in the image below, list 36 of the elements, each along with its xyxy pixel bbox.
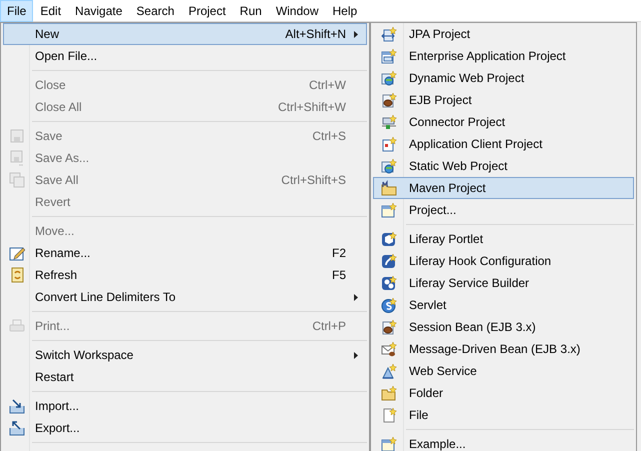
menu-item[interactable]: Switch Workspace [3, 344, 367, 366]
menu-bar-item[interactable]: Project [181, 0, 233, 22]
menu-item[interactable]: Liferay Service Builder [373, 272, 634, 294]
menu-item[interactable]: Servlet [373, 294, 634, 316]
menu-bar-item[interactable]: Search [129, 0, 182, 22]
menu-item[interactable]: Enterprise Application Project [373, 45, 634, 67]
menu-item[interactable]: Folder [373, 382, 634, 404]
menu-item[interactable]: Maven Project [373, 177, 634, 199]
menu-item[interactable]: Session Bean (EJB 3.x) [373, 316, 634, 338]
menu-item[interactable]: Static Web Project [373, 155, 634, 177]
menu-bar-item[interactable]: Run [232, 0, 269, 22]
menu-bar-item[interactable]: Edit [33, 0, 68, 22]
menu-bar-item[interactable]: File [0, 0, 34, 22]
menu-item[interactable]: New Alt+Shift+N [3, 23, 367, 45]
menu-item[interactable]: Import... [3, 395, 367, 417]
menu-item[interactable]: Message-Driven Bean (EJB 3.x) [373, 338, 634, 360]
menu-item[interactable]: EJB Project [373, 89, 634, 111]
menu-item[interactable]: Restart [3, 366, 367, 388]
menu-item[interactable]: Export... [3, 417, 367, 439]
menu-item[interactable]: Connector Project [373, 111, 634, 133]
menu-item[interactable]: Liferay Portlet [373, 228, 634, 250]
menu-bar-item[interactable]: Window [268, 0, 326, 22]
menu-item[interactable]: Liferay Hook Configuration [373, 250, 634, 272]
menu-item[interactable]: Refresh F5 [3, 264, 367, 286]
menu-item[interactable]: Convert Line Delimiters To [3, 286, 367, 308]
menu-item[interactable]: Rename... F2 [3, 242, 367, 264]
menu-item[interactable]: File [373, 404, 634, 426]
menu-item[interactable]: Example... [373, 433, 634, 451]
menu-item[interactable]: Project... [373, 199, 634, 221]
menu-item[interactable]: JPA Project [373, 23, 634, 45]
menu-item[interactable]: Application Client Project [373, 133, 634, 155]
menu-item[interactable]: Web Service [373, 360, 634, 382]
menu-item[interactable]: Dynamic Web Project [373, 67, 634, 89]
menu-item[interactable]: Open File... [3, 45, 367, 67]
menu-bar-item[interactable]: Navigate [68, 0, 130, 22]
menu-bar-item[interactable]: Help [326, 0, 364, 22]
